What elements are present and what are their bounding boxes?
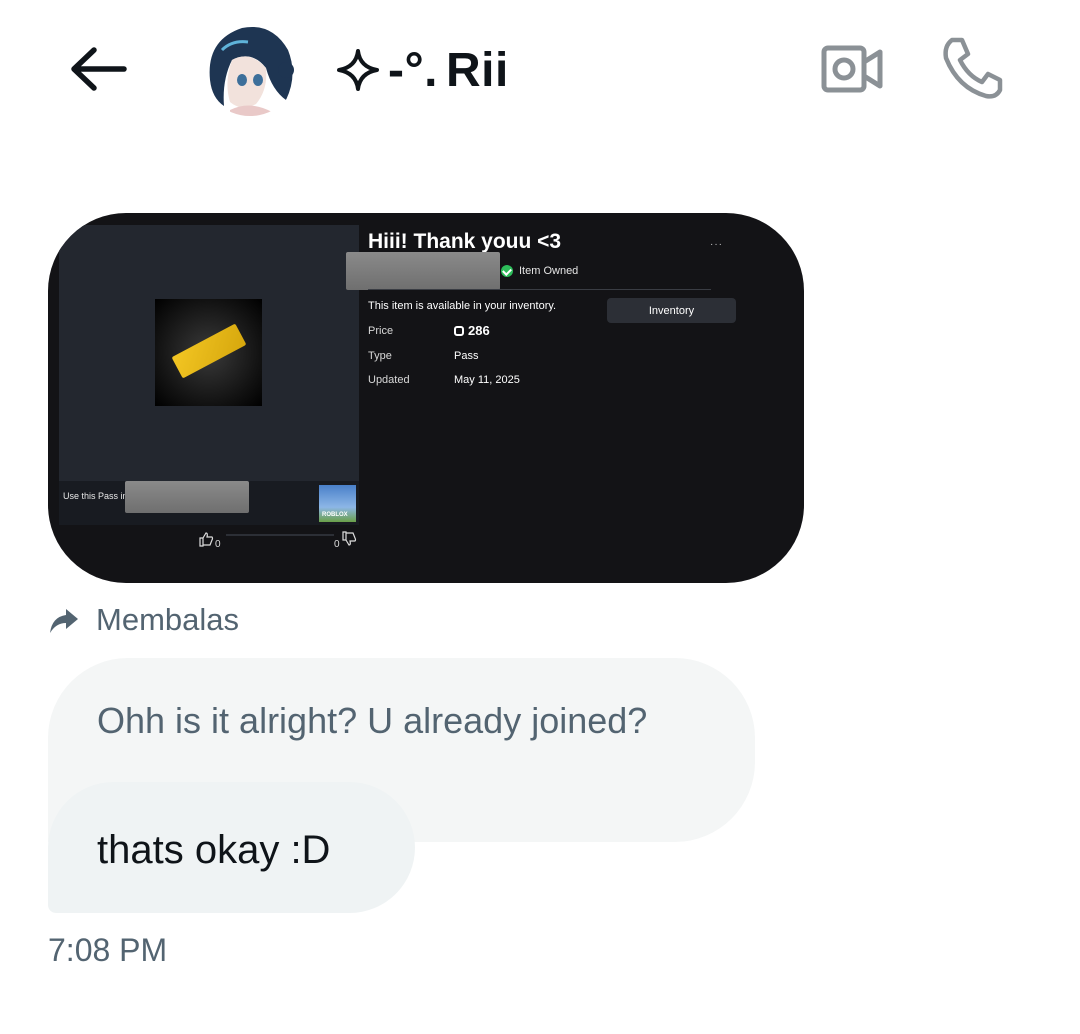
dm-conversation: -°. Rii Use this Pass in: ROBLOX 0 0 Hii… <box>0 0 1080 1034</box>
item-owned-status: Item Owned <box>501 265 578 277</box>
thumbs-down-icon <box>341 531 357 550</box>
back-button[interactable] <box>64 40 130 98</box>
thumbs-up-icon <box>198 531 214 550</box>
arrow-left-icon <box>71 47 127 91</box>
redacted-creator-name <box>346 252 500 290</box>
dislikes-value: 0 <box>334 539 340 550</box>
updated-value: May 11, 2025 <box>454 374 520 386</box>
contact-prefix: -°. <box>388 43 439 97</box>
rating-track <box>226 534 334 536</box>
redacted-game-name <box>125 481 249 513</box>
phone-icon <box>943 37 1003 99</box>
robux-icon <box>454 325 464 336</box>
ticket-icon <box>171 323 247 379</box>
availability-text: This item is available in your inventory… <box>368 300 557 312</box>
price-value: 286 <box>454 323 490 338</box>
game-badge: ROBLOX <box>322 512 348 518</box>
message-timestamp: 7:08 PM <box>48 932 168 968</box>
video-call-button[interactable] <box>818 40 886 98</box>
message-text: thats okay :D <box>97 828 331 872</box>
like-count: 0 <box>198 531 221 550</box>
dislike-count: 0 <box>334 531 357 550</box>
attachment-title: Hiii! Thank youu <3 <box>368 230 562 253</box>
likes-value: 0 <box>215 539 221 550</box>
more-icon: ··· <box>710 239 723 250</box>
avatar-image <box>202 20 298 116</box>
item-thumbnail <box>155 299 262 406</box>
item-preview-panel <box>59 225 359 525</box>
contact-name-text: Rii <box>446 43 509 97</box>
reply-arrow-icon <box>50 609 78 633</box>
image-attachment[interactable]: Use this Pass in: ROBLOX 0 0 Hiii! Thank… <box>48 213 804 583</box>
updated-label: Updated <box>368 374 410 386</box>
owned-label: Item Owned <box>519 265 579 277</box>
divider <box>368 289 711 290</box>
reply-label: Membalas <box>96 602 239 637</box>
reply-indicator: Membalas <box>46 602 239 638</box>
quoted-message-text: Ohh is it alright? U already joined? <box>97 700 648 741</box>
video-call-icon <box>821 45 883 93</box>
type-label: Type <box>368 350 392 362</box>
type-value: Pass <box>454 350 479 362</box>
price-amount: 286 <box>468 323 490 338</box>
inventory-button: Inventory <box>607 298 736 323</box>
use-pass-label: Use this Pass in: <box>63 491 131 501</box>
sparkle-icon <box>337 49 379 91</box>
check-circle-icon <box>501 265 513 277</box>
price-label: Price <box>368 325 394 337</box>
voice-call-button[interactable] <box>938 34 1006 102</box>
avatar[interactable] <box>202 20 298 116</box>
contact-name[interactable]: -°. Rii <box>336 38 509 102</box>
